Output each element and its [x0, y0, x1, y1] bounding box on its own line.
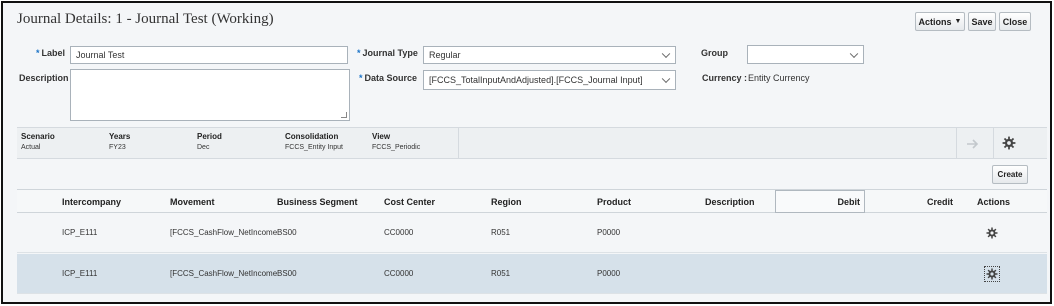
table-row[interactable]: ICP_E111 [FCCS_CashFlow_NetIncome BS00 C…: [17, 213, 1047, 253]
chevron-down-icon: [849, 49, 859, 58]
resize-handle-icon[interactable]: [341, 112, 347, 118]
group-select[interactable]: [747, 45, 864, 64]
description-field-label: Description: [19, 73, 69, 83]
col-header-cost-center[interactable]: Cost Center: [384, 197, 435, 207]
table-row[interactable]: ICP_E111 [FCCS_CashFlow_NetIncome BS00 C…: [17, 254, 1047, 294]
gear-icon[interactable]: [1002, 136, 1016, 150]
currency-field-label: Currency :: [702, 73, 748, 83]
data-source-field-label: * Data Source: [359, 73, 418, 83]
col-header-product[interactable]: Product: [597, 197, 631, 207]
cell-intercompany[interactable]: ICP_E111: [62, 269, 97, 278]
journal-details-panel: Journal Details: 1 - Journal Test (Worki…: [1, 1, 1052, 304]
description-textarea[interactable]: [70, 69, 350, 121]
create-button[interactable]: Create: [992, 165, 1028, 184]
pov-divider: [956, 128, 957, 159]
gear-icon[interactable]: [986, 227, 998, 239]
grid-header: Intercompany Movement Business Segment C…: [17, 189, 1047, 213]
page-title: Journal Details: 1 - Journal Test (Worki…: [17, 11, 274, 27]
actions-button-label: Actions: [918, 16, 952, 27]
pov-scenario[interactable]: Scenario Actual: [21, 132, 55, 151]
col-header-business-segment[interactable]: Business Segment: [277, 197, 358, 207]
pov-divider: [993, 128, 994, 159]
col-header-movement[interactable]: Movement: [170, 197, 215, 207]
col-header-intercompany[interactable]: Intercompany: [62, 197, 121, 207]
required-icon: *: [36, 48, 40, 58]
cell-region[interactable]: R051: [491, 228, 510, 237]
cell-cost-center[interactable]: CC0000: [384, 228, 413, 237]
cell-product[interactable]: P0000: [597, 228, 620, 237]
pov-divider: [458, 128, 459, 159]
col-header-credit[interactable]: Credit: [927, 197, 953, 207]
required-icon: *: [357, 48, 361, 58]
col-header-region[interactable]: Region: [491, 197, 522, 207]
pov-consolidation[interactable]: Consolidation FCCS_Entity Input: [285, 132, 343, 151]
col-header-actions: Actions: [977, 197, 1011, 207]
gear-icon[interactable]: [984, 266, 1000, 282]
cell-region[interactable]: R051: [491, 269, 510, 278]
cell-movement[interactable]: [FCCS_CashFlow_NetIncome: [170, 269, 277, 278]
journal-type-select[interactable]: Regular: [423, 46, 676, 64]
pov-view[interactable]: View FCCS_Periodic: [372, 132, 420, 151]
journal-type-field-label: * Journal Type: [357, 48, 418, 58]
label-input[interactable]: Journal Test: [70, 46, 348, 64]
cell-business-segment[interactable]: BS00: [277, 269, 297, 278]
pov-years[interactable]: Years FY23: [109, 132, 130, 151]
pov-period[interactable]: Period Dec: [197, 132, 222, 151]
chevron-down-icon: [661, 49, 671, 59]
label-field-label: * Label: [36, 48, 66, 58]
col-header-debit: Debit: [837, 197, 861, 207]
chevron-down-icon: [661, 74, 671, 84]
cell-cost-center[interactable]: CC0000: [384, 269, 413, 278]
col-header-description[interactable]: Description: [705, 197, 755, 207]
cell-product[interactable]: P0000: [597, 269, 620, 278]
pov-bar: Scenario Actual Years FY23 Period Dec Conso…: [17, 127, 1047, 159]
data-source-select[interactable]: [FCCS_TotalInputAndAdjusted].[FCCS_Journ…: [423, 70, 676, 90]
arrow-right-icon[interactable]: [966, 138, 980, 150]
actions-button[interactable]: Actions ▼: [915, 12, 965, 31]
required-icon: *: [359, 73, 363, 83]
caret-down-icon: ▼: [954, 18, 962, 25]
save-button[interactable]: Save: [968, 12, 996, 31]
currency-value: Entity Currency: [748, 73, 810, 83]
close-button[interactable]: Close: [999, 12, 1031, 31]
col-header-debit-cell[interactable]: Debit: [775, 190, 865, 213]
cell-movement[interactable]: [FCCS_CashFlow_NetIncome: [170, 228, 277, 237]
group-field-label: Group: [701, 48, 728, 58]
cell-intercompany[interactable]: ICP_E111: [62, 228, 97, 237]
cell-business-segment[interactable]: BS00: [277, 228, 297, 237]
